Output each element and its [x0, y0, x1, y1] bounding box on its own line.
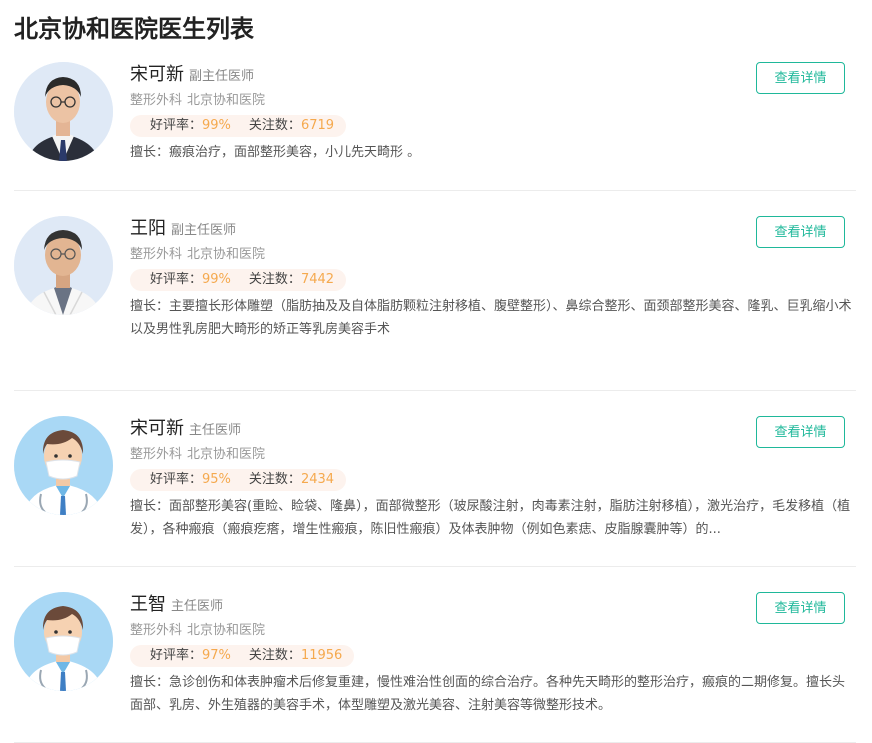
doctor-title: 副主任医师	[171, 223, 237, 238]
rating-label: 好评率：	[150, 272, 203, 287]
doctor-list-page: 北京协和医院医生列表 宋可新 副主任医师 整形外科 北京协和医院 好评率：99%…	[0, 0, 872, 743]
doctor-hospital: 北京协和医院	[187, 93, 266, 108]
doctor-title: 主任医师	[189, 423, 242, 438]
doctor-info: 王智 主任医师 整形外科 北京协和医院 好评率：97% 关注数：11956 擅长：急诊…	[130, 592, 856, 717]
view-details-button[interactable]: 查看详情	[756, 62, 845, 94]
doctor-department: 整形外科	[130, 447, 183, 462]
followers-value: 7442	[300, 272, 335, 287]
default-doctor-avatar[interactable]	[14, 416, 113, 515]
stats-pill: 好评率：95% 关注数：2434	[130, 469, 347, 491]
doctor-card: 王智 主任医师 整形外科 北京协和医院 好评率：97% 关注数：11956 擅长：急诊…	[14, 592, 856, 743]
doctor-department: 整形外科	[130, 93, 183, 108]
stats-pill: 好评率：99% 关注数：7442	[130, 269, 347, 291]
doctor-info: 宋可新 主任医师 整形外科 北京协和医院 好评率：95% 关注数：2434 擅长：面部…	[130, 416, 856, 541]
rating-label: 好评率：	[150, 118, 203, 133]
followers-value: 6719	[300, 118, 335, 133]
doctor-name[interactable]: 王阳	[130, 218, 166, 239]
doctor-info: 王阳 副主任医师 整形外科 北京协和医院 好评率：99% 关注数：7442 擅长：主要…	[130, 216, 856, 341]
doctor-card: 王阳 副主任医师 整形外科 北京协和医院 好评率：99% 关注数：7442 擅长：主要…	[14, 216, 856, 391]
view-details-button[interactable]: 查看详情	[756, 416, 845, 448]
doctor-specialty: 擅长：瘢痕治疗，面部整形美容，小儿先天畸形 。	[130, 145, 421, 160]
page-title: 北京协和医院医生列表	[14, 15, 254, 43]
followers-label: 关注数：	[248, 472, 301, 487]
rating-value: 97%	[202, 648, 231, 663]
doctor-card: 宋可新 副主任医师 整形外科 北京协和医院 好评率：99% 关注数：6719 擅长：瘢…	[14, 62, 856, 191]
doctor-name[interactable]: 王智	[130, 594, 166, 615]
followers-label: 关注数：	[248, 118, 301, 133]
rating-value: 95%	[202, 472, 231, 487]
doctor-hospital: 北京协和医院	[187, 447, 266, 462]
default-doctor-avatar[interactable]	[14, 592, 113, 691]
doctor-hospital: 北京协和医院	[187, 247, 266, 262]
doctor-specialty: 擅长：面部整形美容(重睑、睑袋、隆鼻），面部微整形（玻尿酸注射，肉毒素注射，脂肪…	[130, 499, 851, 537]
doctor-title: 主任医师	[171, 599, 224, 614]
rating-value: 99%	[202, 118, 231, 133]
view-details-button[interactable]: 查看详情	[756, 216, 845, 248]
rating-label: 好评率：	[150, 472, 203, 487]
followers-label: 关注数：	[248, 648, 301, 663]
stats-pill: 好评率：97% 关注数：11956	[130, 645, 355, 667]
followers-label: 关注数：	[248, 272, 301, 287]
doctor-photo[interactable]	[14, 62, 113, 161]
doctor-department: 整形外科	[130, 247, 183, 262]
doctor-list: 宋可新 副主任医师 整形外科 北京协和医院 好评率：99% 关注数：6719 擅长：瘢…	[14, 62, 856, 743]
stats-pill: 好评率：99% 关注数：6719	[130, 115, 347, 137]
doctor-card: 宋可新 主任医师 整形外科 北京协和医院 好评率：95% 关注数：2434 擅长：面部…	[14, 416, 856, 567]
doctor-photo[interactable]	[14, 216, 113, 315]
doctor-specialty: 擅长：主要擅长形体雕塑（脂肪抽及及自体脂肪颗粒注射移植、腹壁整形）、鼻综合整形、…	[130, 299, 852, 337]
rating-label: 好评率：	[150, 648, 203, 663]
doctor-info: 宋可新 副主任医师 整形外科 北京协和医院 好评率：99% 关注数：6719 擅长：瘢…	[130, 62, 856, 164]
followers-value: 2434	[300, 472, 335, 487]
doctor-name[interactable]: 宋可新	[130, 64, 184, 85]
doctor-department: 整形外科	[130, 623, 183, 638]
doctor-title: 副主任医师	[189, 69, 255, 84]
followers-value: 11956	[300, 648, 343, 663]
view-details-button[interactable]: 查看详情	[756, 592, 845, 624]
doctor-specialty: 擅长：急诊创伤和体表肿瘤术后修复重建，慢性难治性创面的综合治疗。各种先天畸形的整…	[130, 675, 846, 713]
doctor-name[interactable]: 宋可新	[130, 418, 184, 439]
doctor-hospital: 北京协和医院	[187, 623, 266, 638]
rating-value: 99%	[202, 272, 231, 287]
